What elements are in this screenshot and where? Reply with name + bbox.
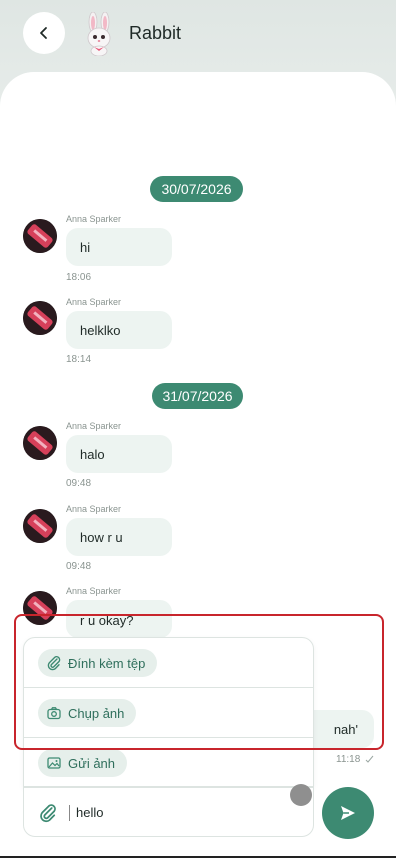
message-time: 18:14: [66, 354, 92, 365]
message-bubble: r u okay?: [66, 600, 172, 638]
outgoing-time: 11:18: [336, 754, 374, 765]
message-bubble: helklko: [66, 311, 172, 349]
menu-item-take-photo: Chụp ảnh: [24, 688, 313, 738]
message-time: 18:06: [66, 272, 92, 283]
sender-name: Anna Sparker: [66, 504, 122, 514]
attach-file-button[interactable]: Đính kèm tệp: [38, 649, 158, 677]
sender-name: Anna Sparker: [66, 421, 122, 431]
avatar: [23, 219, 57, 253]
paperclip-icon[interactable]: [38, 803, 58, 823]
avatar: [23, 509, 57, 543]
message-time: 09:48: [66, 478, 92, 489]
message-composer: [23, 787, 314, 837]
take-photo-button[interactable]: Chụp ảnh: [38, 699, 137, 727]
menu-item-send-photo: Gửi ảnh: [24, 738, 313, 788]
chevron-left-icon: [40, 27, 47, 39]
sender-name: Anna Sparker: [66, 297, 122, 307]
chat-title: Rabbit: [129, 23, 182, 43]
send-button[interactable]: [322, 787, 374, 839]
rabbit-logo: [87, 12, 111, 56]
avatar: [23, 301, 57, 335]
message-time: 09:48: [66, 561, 92, 572]
send-photo-button[interactable]: Gửi ảnh: [38, 749, 128, 777]
message-bubble: hi: [66, 228, 172, 266]
menu-item-attach-file: Đính kèm tệp: [24, 638, 313, 688]
message-bubble: halo: [66, 435, 172, 473]
message-bubble: how r u: [66, 518, 172, 556]
drag-handle[interactable]: [290, 784, 312, 806]
sent-check-icon: [365, 756, 374, 764]
date-separator: 31/07/2026: [152, 383, 243, 409]
menu-item-label: Chụp ảnh: [68, 705, 125, 721]
avatar: [23, 591, 57, 625]
sender-name: Anna Sparker: [66, 586, 122, 596]
menu-item-label: Đính kèm tệp: [68, 655, 146, 671]
menu-item-label: Gửi ảnh: [68, 755, 116, 771]
paperclip-icon: [47, 656, 61, 671]
attachment-menu: Đính kèm tệp Chụp ảnh Gửi ảnh: [23, 637, 314, 787]
back-button[interactable]: [23, 12, 65, 54]
image-icon: [47, 757, 61, 769]
sender-name: Anna Sparker: [66, 214, 122, 224]
avatar: [23, 426, 57, 460]
send-icon: [341, 806, 355, 820]
text-caret: [69, 805, 70, 821]
chat-header: Rabbit: [0, 0, 396, 72]
date-separator: 30/07/2026: [150, 176, 243, 202]
message-input[interactable]: [76, 805, 276, 820]
camera-icon: [47, 707, 61, 720]
